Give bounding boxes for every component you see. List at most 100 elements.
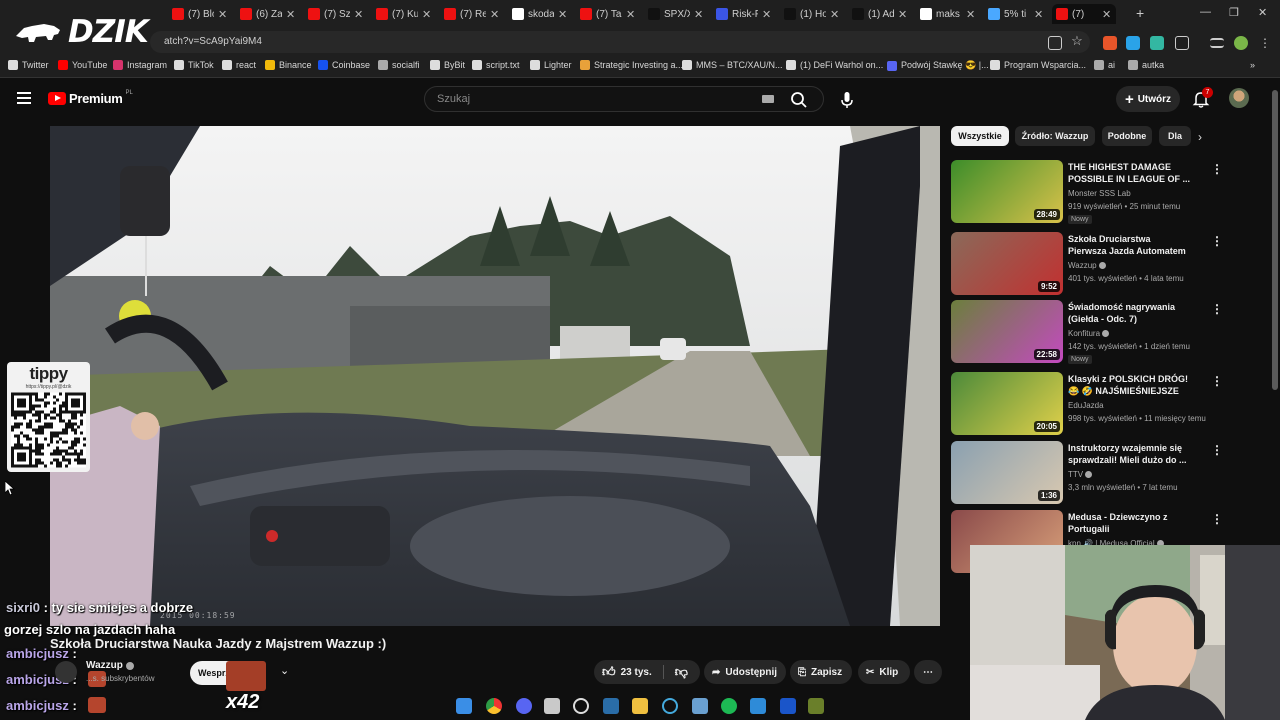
close-tab-icon[interactable]: ✕ bbox=[218, 8, 227, 21]
discord-icon[interactable] bbox=[516, 698, 532, 714]
keyboard-icon[interactable] bbox=[762, 95, 774, 103]
filter-chip[interactable]: Wszystkie bbox=[951, 126, 1009, 146]
more-options-icon[interactable]: ⋮ bbox=[1211, 162, 1223, 176]
more-options-icon[interactable]: ⋮ bbox=[1211, 512, 1223, 526]
obs-icon[interactable] bbox=[573, 698, 589, 714]
bookmark-item[interactable]: YouTube bbox=[58, 60, 107, 70]
recommendation-title[interactable]: Medusa - Dziewczyno z Portugalii bbox=[1068, 511, 1190, 535]
browser-tab[interactable]: SPX/X ✕ bbox=[644, 4, 708, 24]
browser-menu-icon[interactable]: ⋮ bbox=[1258, 36, 1272, 50]
steam-icon[interactable] bbox=[603, 698, 619, 714]
bookmark-item[interactable]: Binance bbox=[265, 60, 312, 70]
browser-tab[interactable]: (7) Sz ✕ bbox=[304, 4, 368, 24]
reading-list-icon[interactable] bbox=[1210, 38, 1224, 48]
bookmark-item[interactable]: MMS – BTC/XAU/N... bbox=[682, 60, 783, 70]
file-explorer-icon[interactable] bbox=[632, 698, 648, 714]
channel-avatar[interactable] bbox=[55, 661, 77, 683]
close-tab-icon[interactable]: ✕ bbox=[558, 8, 567, 21]
browser-tab[interactable]: Risk-F ✕ bbox=[712, 4, 776, 24]
extensions-puzzle-icon[interactable] bbox=[1175, 36, 1189, 50]
recommendation-item[interactable]: 20:05 Klasyki z POLSKICH DRÓG! 😂 🤣 NAJŚMI… bbox=[951, 372, 1251, 436]
recommendation-item[interactable]: 9:52 Szkoła Druciarstwa Pierwsza Jazda Au… bbox=[951, 232, 1251, 296]
browser-tab[interactable]: maks ✕ bbox=[916, 4, 980, 24]
profile-avatar-icon[interactable] bbox=[1234, 36, 1248, 50]
browser-tab[interactable]: skoda ✕ bbox=[508, 4, 572, 24]
search-icon[interactable] bbox=[790, 91, 808, 109]
like-count[interactable]: 23 tys. bbox=[621, 667, 652, 678]
browser-tab[interactable]: (1) Ad ✕ bbox=[848, 4, 912, 24]
recommendation-item[interactable]: 22:58 Świadomość nagrywania (Giełda - Odc… bbox=[951, 300, 1251, 364]
bookmark-item[interactable]: ai bbox=[1094, 60, 1115, 70]
account-avatar[interactable] bbox=[1229, 88, 1249, 108]
bookmark-item[interactable]: Twitter bbox=[8, 60, 49, 70]
bookmark-item[interactable]: Program Wsparcia... bbox=[990, 60, 1086, 70]
close-tab-icon[interactable]: ✕ bbox=[354, 8, 363, 21]
close-tab-icon[interactable]: ✕ bbox=[490, 8, 499, 21]
more-actions-button[interactable]: ⋯ bbox=[914, 660, 942, 684]
recommendation-item[interactable]: 28:49 THE HIGHEST DAMAGE POSSIBLE IN LEAG… bbox=[951, 160, 1251, 224]
close-window-button[interactable]: ✕ bbox=[1258, 6, 1267, 19]
chrome-icon[interactable] bbox=[486, 698, 502, 714]
address-bar[interactable]: atch?v=ScA9pYai9M4 bbox=[150, 31, 1090, 53]
close-tab-icon[interactable]: ✕ bbox=[830, 8, 839, 21]
recommendation-item[interactable]: 1:36 Instruktorzy wzajemnie się sprawdzal… bbox=[951, 441, 1251, 505]
video-thumbnail[interactable]: 9:52 bbox=[951, 232, 1063, 295]
bookmark-item[interactable]: autka bbox=[1128, 60, 1164, 70]
create-button[interactable]: + Utwórz bbox=[1116, 86, 1180, 112]
spotify-icon[interactable] bbox=[721, 698, 737, 714]
filter-chip[interactable]: Podobne bbox=[1102, 126, 1152, 146]
browser-tab[interactable]: (7) Ta ✕ bbox=[576, 4, 640, 24]
chevron-right-icon[interactable]: › bbox=[1198, 130, 1202, 144]
bookmark-item[interactable]: script.txt bbox=[472, 60, 520, 70]
bookmark-item[interactable]: Strategic Investing a... bbox=[580, 60, 683, 70]
recommendation-title[interactable]: Klasyki z POLSKICH DRÓG! 😂 🤣 NAJŚMIEŚNIE… bbox=[1068, 373, 1190, 397]
close-tab-icon[interactable]: ✕ bbox=[966, 8, 975, 21]
minimize-button[interactable]: — bbox=[1200, 6, 1211, 18]
close-tab-icon[interactable]: ✕ bbox=[286, 8, 295, 21]
extension-fox-icon[interactable] bbox=[1103, 36, 1117, 50]
more-options-icon[interactable]: ⋮ bbox=[1211, 302, 1223, 316]
browser-tab[interactable]: (7) Re ✕ bbox=[440, 4, 504, 24]
browser-tab[interactable]: (6) Za ✕ bbox=[236, 4, 300, 24]
app-icon[interactable] bbox=[544, 698, 560, 714]
browser-tab[interactable]: (7) Blo ✕ bbox=[168, 4, 232, 24]
app-icon[interactable] bbox=[750, 698, 766, 714]
close-tab-icon[interactable]: ✕ bbox=[422, 8, 431, 21]
recommendation-title[interactable]: THE HIGHEST DAMAGE POSSIBLE IN LEAGUE OF… bbox=[1068, 161, 1190, 185]
bookmark-star-icon[interactable]: ☆ bbox=[1070, 34, 1084, 49]
channel-name[interactable]: Wazzup bbox=[86, 660, 123, 671]
app-icon[interactable] bbox=[692, 698, 708, 714]
close-tab-icon[interactable]: ✕ bbox=[1034, 8, 1043, 21]
extension-teal-icon[interactable] bbox=[1150, 36, 1164, 50]
microphone-icon[interactable] bbox=[836, 89, 858, 111]
save-button[interactable]: ⎘ Zapisz bbox=[790, 660, 852, 684]
share-button[interactable]: ➦ Udostępnij bbox=[704, 660, 786, 684]
install-app-icon[interactable] bbox=[1048, 36, 1062, 50]
recommendation-title[interactable]: Świadomość nagrywania (Giełda - Odc. 7) bbox=[1068, 301, 1190, 325]
close-tab-icon[interactable]: ✕ bbox=[1102, 8, 1111, 21]
app-icon[interactable] bbox=[808, 698, 824, 714]
app-icon[interactable] bbox=[662, 698, 678, 714]
scrollbar-thumb[interactable] bbox=[1272, 90, 1278, 390]
close-tab-icon[interactable]: ✕ bbox=[762, 8, 771, 21]
page-scrollbar[interactable] bbox=[1270, 78, 1280, 546]
start-windows-icon[interactable] bbox=[456, 698, 472, 714]
bookmark-item[interactable]: Instagram bbox=[113, 60, 167, 70]
bookmark-item[interactable]: Lighter bbox=[530, 60, 572, 70]
browser-tab[interactable]: (7) Ku ✕ bbox=[372, 4, 436, 24]
video-thumbnail[interactable]: 28:49 bbox=[951, 160, 1063, 223]
video-player[interactable]: 2015 00:18:59 bbox=[50, 126, 940, 626]
bookmark-item[interactable]: react bbox=[222, 60, 256, 70]
chevron-down-icon[interactable]: ⌄ bbox=[280, 664, 289, 677]
close-tab-icon[interactable]: ✕ bbox=[694, 8, 703, 21]
video-thumbnail[interactable]: 22:58 bbox=[951, 300, 1063, 363]
video-thumbnail[interactable]: 1:36 bbox=[951, 441, 1063, 504]
bookmark-item[interactable]: ByBit bbox=[430, 60, 465, 70]
clip-button[interactable]: ✂ Klip bbox=[858, 660, 910, 684]
menu-icon[interactable] bbox=[17, 92, 31, 104]
recommendation-title[interactable]: Szkoła Druciarstwa Pierwsza Jazda Automa… bbox=[1068, 233, 1190, 257]
filter-chip[interactable]: Dla bbox=[1159, 126, 1191, 146]
close-tab-icon[interactable]: ✕ bbox=[898, 8, 907, 21]
filter-chip[interactable]: Źródło: Wazzup bbox=[1015, 126, 1095, 146]
more-options-icon[interactable]: ⋮ bbox=[1211, 443, 1223, 457]
